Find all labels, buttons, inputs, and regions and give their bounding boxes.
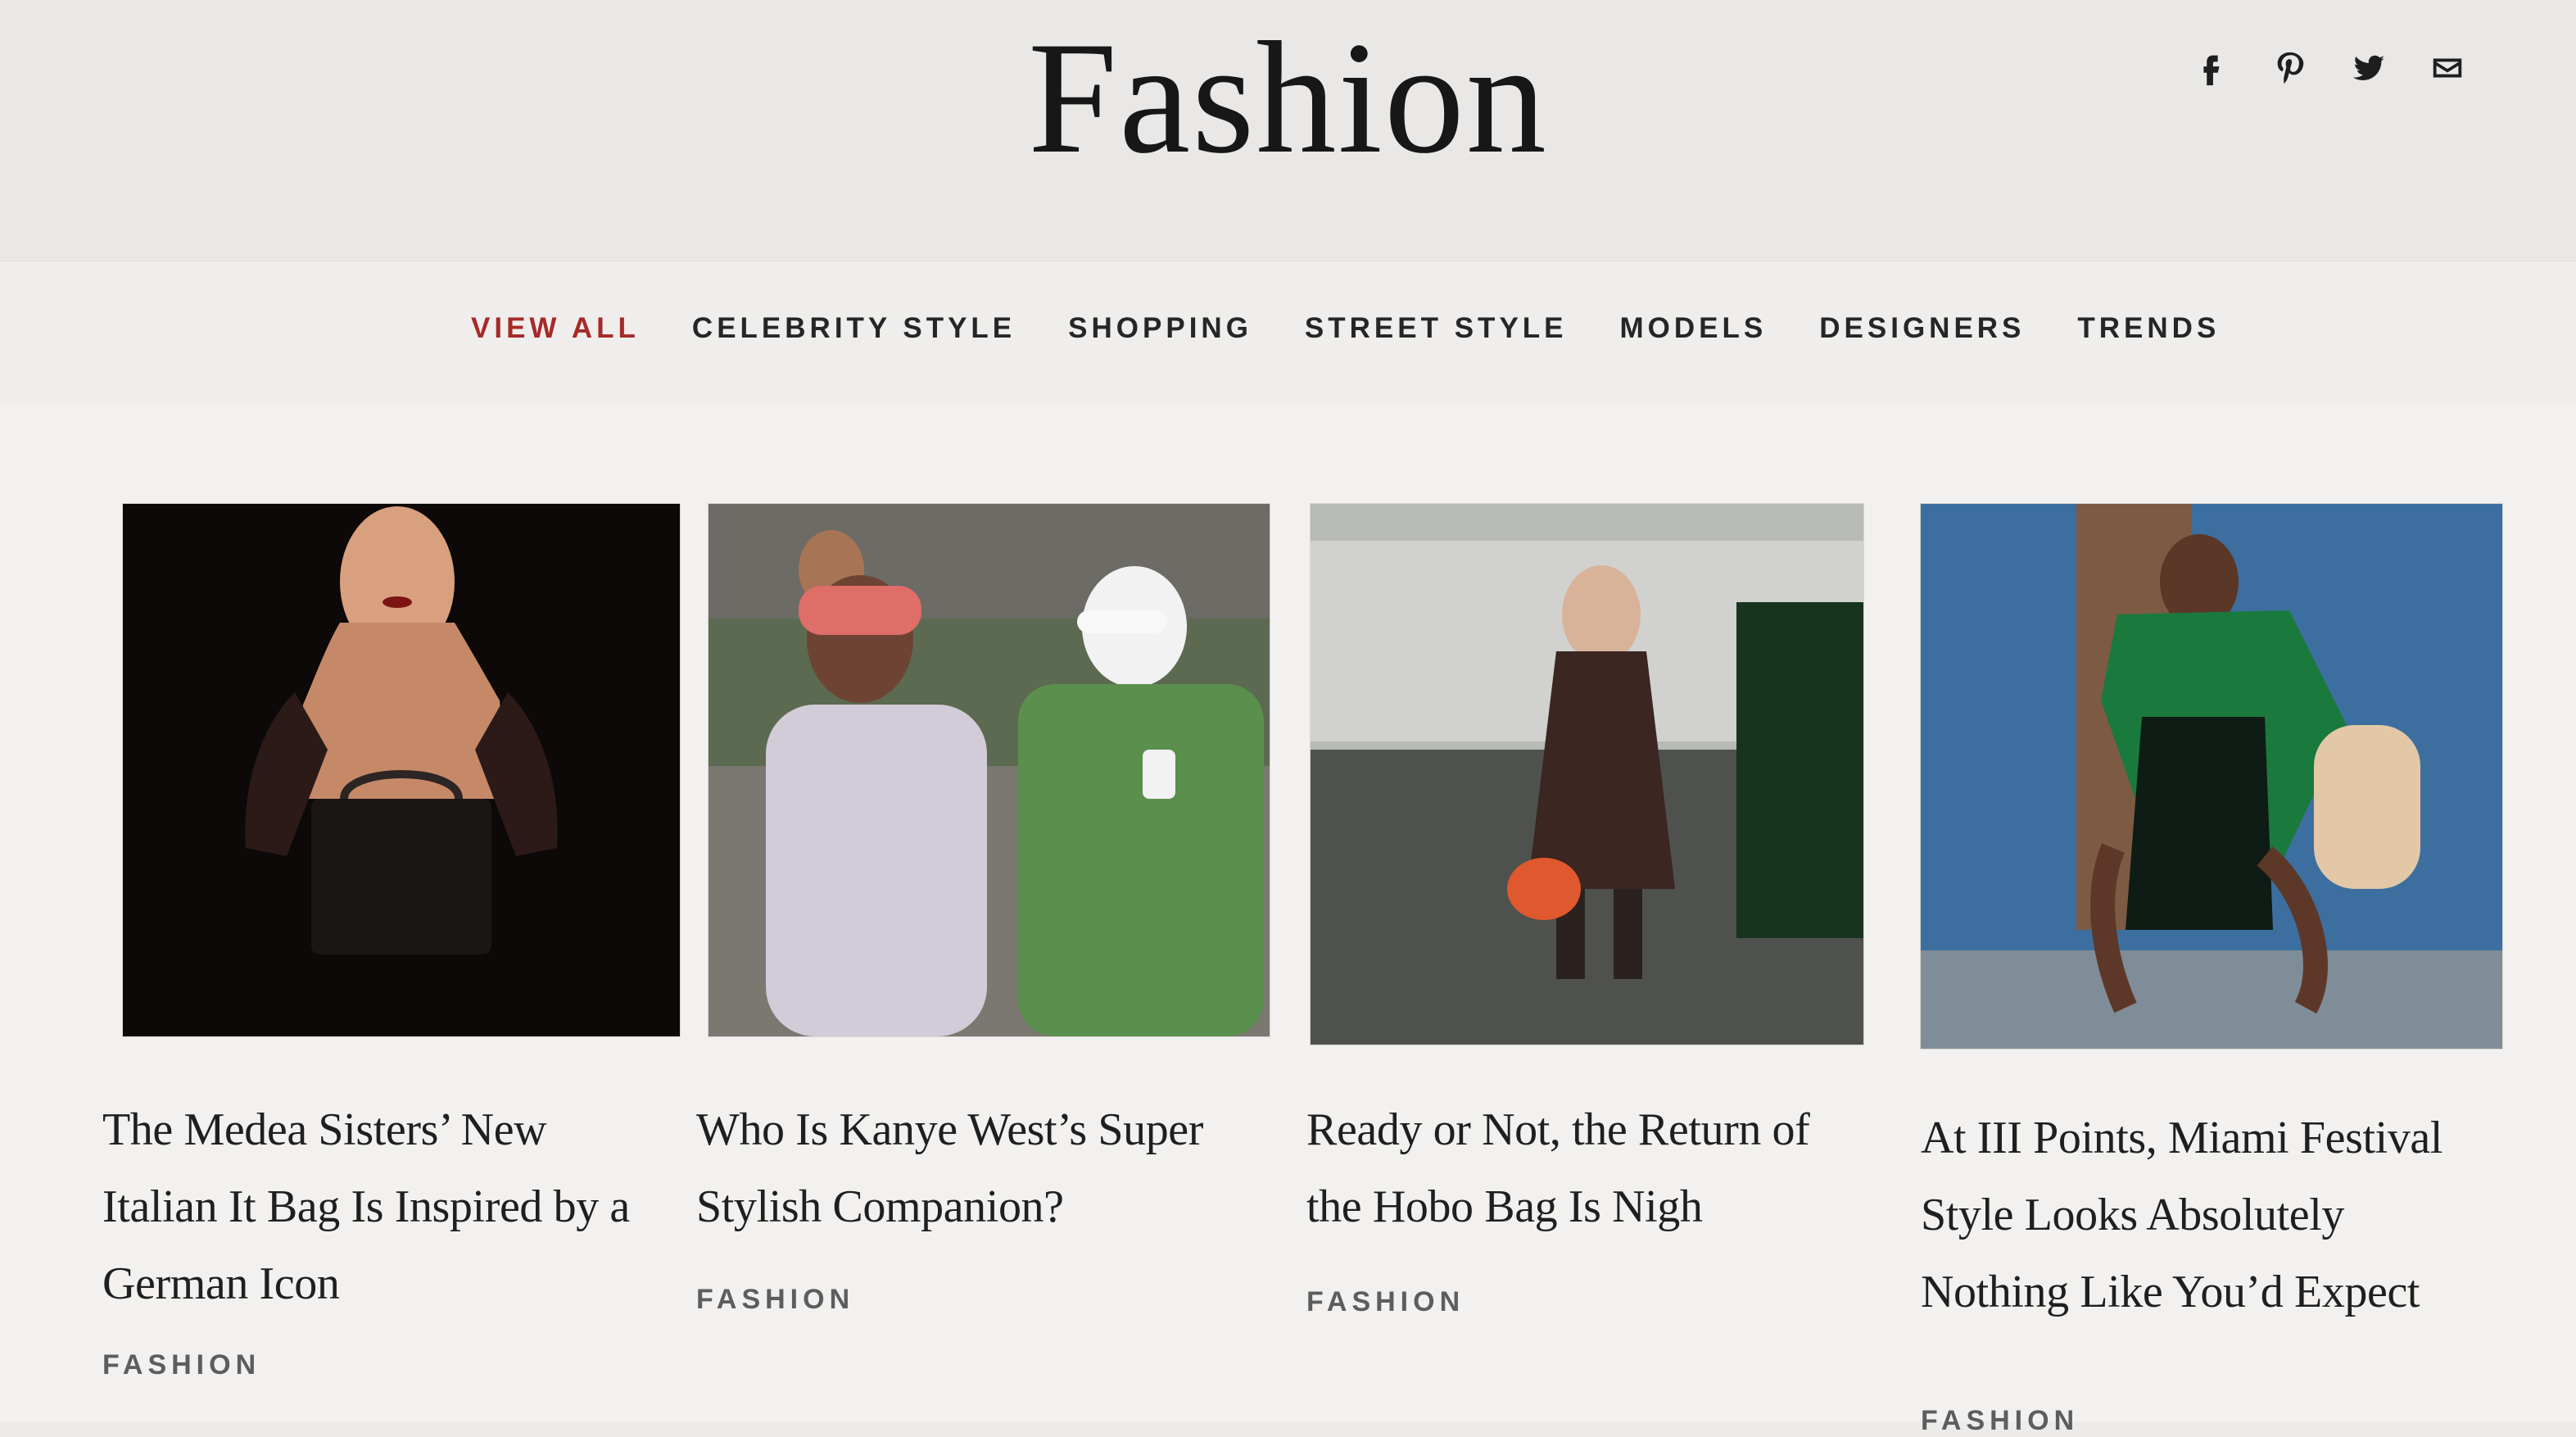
email-button[interactable]	[2425, 48, 2470, 92]
nav-item-view-all[interactable]: VIEW ALL	[471, 312, 640, 345]
pinterest-icon	[2271, 49, 2309, 91]
pinterest-button[interactable]	[2268, 48, 2312, 92]
twitter-button[interactable]	[2347, 48, 2391, 92]
nav-item-designers[interactable]: DESIGNERS	[1819, 312, 2025, 345]
article-image-2[interactable]	[709, 504, 1270, 1036]
article-title-4[interactable]: At III Points, Miami Festival Style Look…	[1921, 1099, 2486, 1330]
page-title: Fashion	[1028, 9, 1548, 187]
twitter-icon	[2350, 49, 2388, 91]
nav-item-models[interactable]: MODELS	[1620, 312, 1768, 345]
nav-item-trends[interactable]: TRENDS	[2077, 312, 2220, 345]
article-image-1[interactable]	[123, 504, 680, 1036]
article-title-2[interactable]: Who Is Kanye West’s Super Stylish Compan…	[696, 1091, 1270, 1245]
article-title-3[interactable]: Ready or Not, the Return of the Hobo Bag…	[1306, 1091, 1863, 1245]
nav-item-street-style[interactable]: STREET STYLE	[1305, 312, 1568, 345]
social-links	[2189, 48, 2470, 92]
facebook-icon	[2193, 49, 2230, 91]
site-header: Fashion	[0, 0, 2576, 261]
nav-item-shopping[interactable]: SHOPPING	[1068, 312, 1252, 345]
nav-item-celebrity-style[interactable]: CELEBRITY STYLE	[692, 312, 1016, 345]
article-grid: The Medea Sisters’ New Italian It Bag Is…	[0, 401, 2576, 1436]
mail-icon	[2429, 49, 2466, 91]
article-tag-3[interactable]: FASHION	[1306, 1286, 1465, 1318]
article-title-1[interactable]: The Medea Sisters’ New Italian It Bag Is…	[102, 1091, 668, 1322]
article-tag-1[interactable]: FASHION	[102, 1349, 260, 1381]
article-tag-2[interactable]: FASHION	[696, 1284, 854, 1316]
article-image-4[interactable]	[1921, 504, 2502, 1049]
nav-list: VIEW ALL CELEBRITY STYLE SHOPPING STREET…	[471, 312, 2220, 345]
facebook-button[interactable]	[2189, 48, 2234, 92]
category-nav: VIEW ALL CELEBRITY STYLE SHOPPING STREET…	[0, 261, 2576, 403]
article-image-3[interactable]	[1311, 504, 1863, 1045]
